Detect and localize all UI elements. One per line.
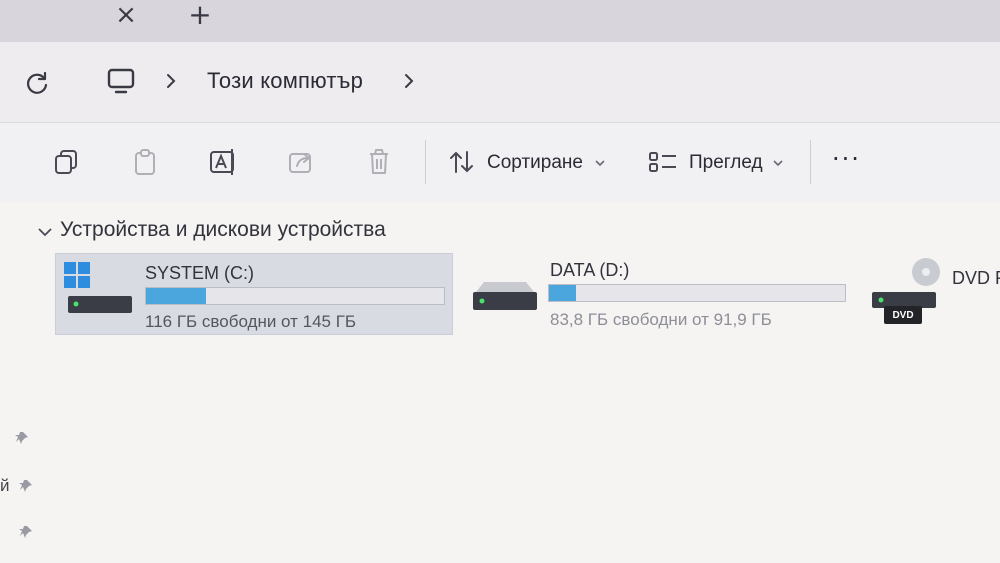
chevron-right-icon[interactable] xyxy=(400,70,418,92)
copy-icon[interactable] xyxy=(50,145,84,179)
refresh-icon[interactable] xyxy=(24,70,50,96)
chevron-down-icon[interactable] xyxy=(36,223,54,241)
chevron-down-icon[interactable] xyxy=(594,158,606,168)
sort-icon[interactable] xyxy=(445,145,479,179)
paste-icon xyxy=(135,149,155,175)
usage-bar-fill xyxy=(146,288,206,304)
computer-icon[interactable] xyxy=(106,66,136,96)
sort-button[interactable]: Сортиране xyxy=(487,152,583,174)
tab-strip xyxy=(0,0,1000,42)
new-tab-button[interactable]: + xyxy=(184,1,216,30)
usage-bar-d xyxy=(548,284,846,302)
drive-free-space-d: 83,8 ГБ свободни от 91,9 ГБ xyxy=(550,310,772,329)
rename-icon[interactable] xyxy=(206,145,240,179)
pin-icon[interactable] xyxy=(18,478,34,494)
toolbar-separator xyxy=(810,140,811,184)
sidebar-item-fragment[interactable]: й xyxy=(0,476,10,496)
view-icon[interactable] xyxy=(646,145,680,179)
toolbar-separator xyxy=(425,140,426,184)
address-bar xyxy=(0,42,1000,122)
chevron-right-icon[interactable] xyxy=(162,70,180,92)
more-options-button[interactable]: ··· xyxy=(832,145,861,173)
section-header-devices[interactable]: Устройства и дискови устройства xyxy=(60,218,386,242)
pin-icon[interactable] xyxy=(18,524,34,540)
drive-name-dvd[interactable]: DVD R xyxy=(952,268,1000,289)
pin-icon[interactable] xyxy=(14,430,30,446)
breadcrumb-this-pc[interactable]: Този компютър xyxy=(207,68,363,94)
share-icon xyxy=(289,153,311,173)
drive-name-c: SYSTEM (C:) xyxy=(145,263,255,283)
chevron-down-icon[interactable] xyxy=(772,158,784,168)
delete-icon xyxy=(370,149,388,174)
view-button[interactable]: Преглед xyxy=(689,152,763,174)
drive-name-d[interactable]: DATA (D:) xyxy=(550,260,629,281)
usage-bar-c xyxy=(145,287,445,305)
dvd-badge: DVD xyxy=(892,310,914,321)
usage-bar-fill xyxy=(549,285,576,301)
drive-free-space-c: 116 ГБ свободни от 145 ГБ xyxy=(145,312,357,331)
windows-drive-icon xyxy=(64,262,132,313)
hard-drive-icon[interactable] xyxy=(470,278,540,316)
close-tab-icon[interactable]: × xyxy=(110,2,142,30)
